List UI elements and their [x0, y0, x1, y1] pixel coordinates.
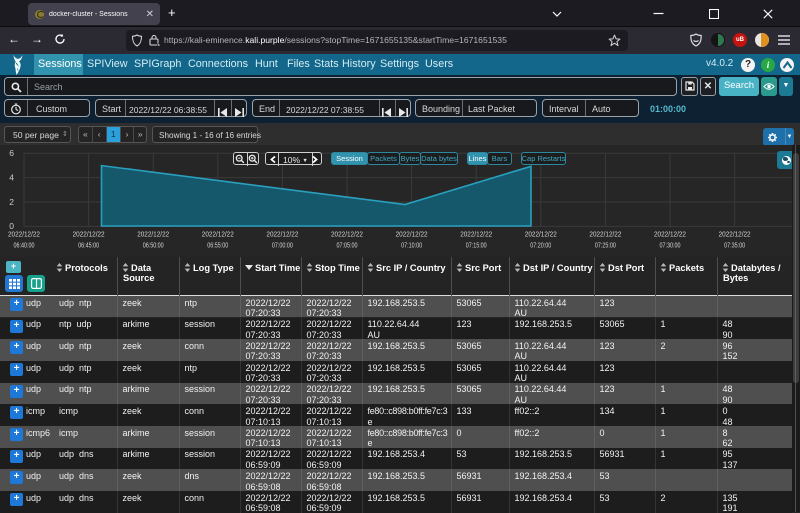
svg-text:2022/12/22: 2022/12/22 [137, 230, 169, 239]
svg-text:07:20:00: 07:20:00 [530, 241, 551, 250]
svg-text:2022/12/22: 2022/12/22 [331, 230, 363, 239]
svg-text:4: 4 [9, 172, 14, 182]
svg-text:6: 6 [9, 148, 14, 158]
svg-text:06:45:00: 06:45:00 [78, 241, 99, 250]
svg-text:2022/12/22: 2022/12/22 [266, 230, 298, 239]
svg-text:2022/12/22: 2022/12/22 [525, 230, 557, 239]
svg-text:2022/12/22: 2022/12/22 [73, 230, 105, 239]
svg-text:07:00:00: 07:00:00 [272, 241, 293, 250]
svg-text:2022/12/22: 2022/12/22 [654, 230, 686, 239]
svg-text:2022/12/22: 2022/12/22 [202, 230, 234, 239]
svg-text:2022/12/22: 2022/12/22 [460, 230, 492, 239]
svg-text:2022/12/22: 2022/12/22 [719, 230, 751, 239]
svg-text:07:35:00: 07:35:00 [724, 241, 745, 250]
svg-text:2022/12/22: 2022/12/22 [396, 230, 428, 239]
svg-text:07:25:00: 07:25:00 [595, 241, 616, 250]
svg-text:07:05:00: 07:05:00 [337, 241, 358, 250]
svg-text:06:40:00: 06:40:00 [14, 241, 35, 250]
svg-text:06:55:00: 06:55:00 [207, 241, 228, 250]
svg-text:07:15:00: 07:15:00 [466, 241, 487, 250]
svg-text:07:30:00: 07:30:00 [660, 241, 681, 250]
svg-text:2022/12/22: 2022/12/22 [589, 230, 621, 239]
svg-text:07:10:00: 07:10:00 [401, 241, 422, 250]
svg-text:2022/12/22: 2022/12/22 [8, 230, 40, 239]
svg-text:2: 2 [9, 197, 14, 207]
svg-text:06:50:00: 06:50:00 [143, 241, 164, 250]
